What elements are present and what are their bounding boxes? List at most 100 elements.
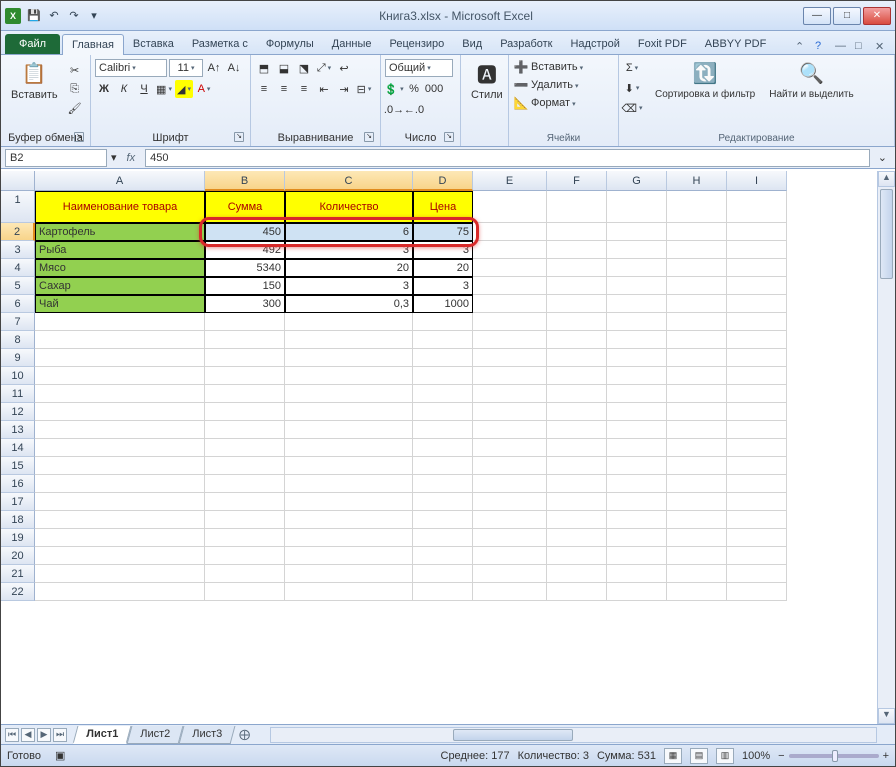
cell-D12[interactable] xyxy=(413,403,473,421)
increase-font-icon[interactable]: A↑ xyxy=(205,59,223,77)
cell-C11[interactable] xyxy=(285,385,413,403)
cell-C18[interactable] xyxy=(285,511,413,529)
window-close-icon[interactable]: ✕ xyxy=(875,40,889,54)
tab-developer[interactable]: Разработк xyxy=(491,34,561,54)
orientation-icon[interactable]: ⤢ xyxy=(315,59,333,77)
row-header-16[interactable]: 16 xyxy=(1,475,35,493)
cell-E1[interactable] xyxy=(473,191,547,223)
cell-A3[interactable]: Рыба xyxy=(35,241,205,259)
cell-F1[interactable] xyxy=(547,191,607,223)
col-header-E[interactable]: E xyxy=(473,171,547,191)
cell-I18[interactable] xyxy=(727,511,787,529)
cell-H14[interactable] xyxy=(667,439,727,457)
cell-H22[interactable] xyxy=(667,583,727,601)
cell-A13[interactable] xyxy=(35,421,205,439)
cell-D14[interactable] xyxy=(413,439,473,457)
cell-C1[interactable]: Количество xyxy=(285,191,413,223)
tab-file[interactable]: Файл xyxy=(5,34,60,54)
sort-filter-button[interactable]: 🔃 Сортировка и фильтр xyxy=(649,57,761,102)
cell-G6[interactable] xyxy=(607,295,667,313)
name-box-dropdown-icon[interactable]: ▾ xyxy=(111,151,117,164)
cell-A10[interactable] xyxy=(35,367,205,385)
cell-F20[interactable] xyxy=(547,547,607,565)
row-header-2[interactable]: 2 xyxy=(1,223,35,241)
cell-B16[interactable] xyxy=(205,475,285,493)
cell-C4[interactable]: 20 xyxy=(285,259,413,277)
cell-G18[interactable] xyxy=(607,511,667,529)
sheet-tab-Лист3[interactable]: Лист3 xyxy=(179,726,236,744)
cell-A9[interactable] xyxy=(35,349,205,367)
row-header-21[interactable]: 21 xyxy=(1,565,35,583)
zoom-in-icon[interactable]: + xyxy=(883,750,889,762)
row-header-14[interactable]: 14 xyxy=(1,439,35,457)
row-header-19[interactable]: 19 xyxy=(1,529,35,547)
col-header-G[interactable]: G xyxy=(607,171,667,191)
cell-B3[interactable]: 492 xyxy=(205,241,285,259)
tab-addins[interactable]: Надстрой xyxy=(561,34,628,54)
row-header-10[interactable]: 10 xyxy=(1,367,35,385)
cell-E15[interactable] xyxy=(473,457,547,475)
cell-E16[interactable] xyxy=(473,475,547,493)
cell-C13[interactable] xyxy=(285,421,413,439)
cell-G4[interactable] xyxy=(607,259,667,277)
tab-home[interactable]: Главная xyxy=(62,34,124,55)
cell-C12[interactable] xyxy=(285,403,413,421)
cell-E19[interactable] xyxy=(473,529,547,547)
cell-I9[interactable] xyxy=(727,349,787,367)
cell-I1[interactable] xyxy=(727,191,787,223)
cell-A1[interactable]: Наименование товара xyxy=(35,191,205,223)
increase-indent-icon[interactable]: ⇥ xyxy=(335,80,353,98)
bold-icon[interactable]: Ж xyxy=(95,80,113,98)
cell-B9[interactable] xyxy=(205,349,285,367)
cell-F11[interactable] xyxy=(547,385,607,403)
wrap-text-icon[interactable]: ↩ xyxy=(335,59,353,77)
tab-review[interactable]: Рецензиро xyxy=(381,34,454,54)
cell-C19[interactable] xyxy=(285,529,413,547)
vertical-scrollbar[interactable]: ▲ ▼ xyxy=(877,171,895,724)
percent-icon[interactable]: % xyxy=(405,80,423,98)
row-header-22[interactable]: 22 xyxy=(1,583,35,601)
cell-I14[interactable] xyxy=(727,439,787,457)
decrease-font-icon[interactable]: A↓ xyxy=(225,59,243,77)
align-right-icon[interactable]: ≡ xyxy=(295,80,313,98)
cell-G20[interactable] xyxy=(607,547,667,565)
cell-E6[interactable] xyxy=(473,295,547,313)
formula-input[interactable]: 450 xyxy=(145,149,870,167)
cell-H4[interactable] xyxy=(667,259,727,277)
sheet-tab-Лист2[interactable]: Лист2 xyxy=(127,726,184,744)
cell-F13[interactable] xyxy=(547,421,607,439)
cell-D6[interactable]: 1000 xyxy=(413,295,473,313)
tab-insert[interactable]: Вставка xyxy=(124,34,183,54)
cell-E10[interactable] xyxy=(473,367,547,385)
cell-H10[interactable] xyxy=(667,367,727,385)
cell-I7[interactable] xyxy=(727,313,787,331)
fill-icon[interactable]: ⬇ xyxy=(623,79,641,97)
redo-icon[interactable]: ↷ xyxy=(67,9,81,23)
row-header-20[interactable]: 20 xyxy=(1,547,35,565)
cell-A4[interactable]: Мясо xyxy=(35,259,205,277)
font-name-dropdown[interactable]: Calibri xyxy=(95,59,167,77)
cell-I3[interactable] xyxy=(727,241,787,259)
col-header-C[interactable]: C xyxy=(285,171,413,191)
cell-I20[interactable] xyxy=(727,547,787,565)
window-restore-icon[interactable]: □ xyxy=(855,40,869,54)
cell-E5[interactable] xyxy=(473,277,547,295)
col-header-I[interactable]: I xyxy=(727,171,787,191)
cell-B22[interactable] xyxy=(205,583,285,601)
cut-icon[interactable]: ✂ xyxy=(66,61,84,79)
cell-B8[interactable] xyxy=(205,331,285,349)
cell-A6[interactable]: Чай xyxy=(35,295,205,313)
save-icon[interactable]: 💾 xyxy=(27,9,41,23)
cell-B18[interactable] xyxy=(205,511,285,529)
scroll-thumb-v[interactable] xyxy=(880,189,893,279)
cell-A21[interactable] xyxy=(35,565,205,583)
align-center-icon[interactable]: ≡ xyxy=(275,80,293,98)
horizontal-scrollbar[interactable] xyxy=(270,727,877,743)
col-header-B[interactable]: B xyxy=(205,171,285,191)
row-header-12[interactable]: 12 xyxy=(1,403,35,421)
row-headers[interactable]: 12345678910111213141516171819202122 xyxy=(1,191,35,724)
align-dialog-icon[interactable]: ↘ xyxy=(364,132,374,142)
fill-color-icon[interactable]: ◢ xyxy=(175,80,193,98)
cell-F10[interactable] xyxy=(547,367,607,385)
cell-H21[interactable] xyxy=(667,565,727,583)
